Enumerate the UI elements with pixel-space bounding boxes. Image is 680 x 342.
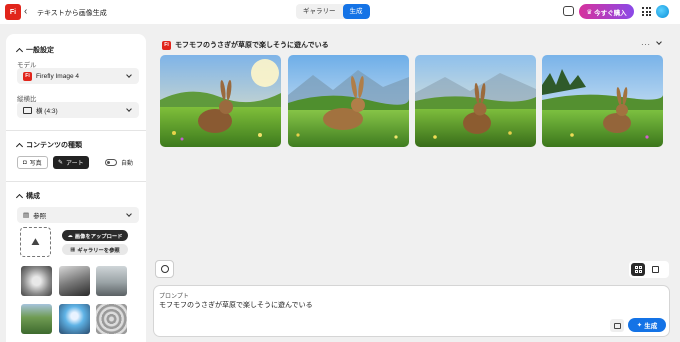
generate-label: 生成 <box>644 323 658 330</box>
tab-gallery[interactable]: ギャラリー <box>296 4 343 19</box>
section-general-title: 一般設定 <box>26 47 54 54</box>
section-composition-title: 構成 <box>26 193 40 200</box>
chevron-down-icon <box>126 106 132 112</box>
generated-image-3[interactable] <box>415 55 536 147</box>
generate-button[interactable]: ✦ 生成 <box>628 318 666 332</box>
browse-label: ギャラリーを参照 <box>77 247 120 254</box>
top-bar: Fi ‹ テキストから画像生成 ギャラリー 生成 ♛ 今すぐ購入 <box>0 0 680 24</box>
upload-image-button[interactable]: ☁ 画像をアップロード <box>62 230 128 241</box>
generation-prompt-title: モフモフのうさぎが草原で楽しそうに遊んでいる <box>175 42 329 49</box>
firefly-logo[interactable]: Fi <box>5 4 21 20</box>
history-button[interactable] <box>155 260 174 278</box>
section-composition-header[interactable]: 構成 <box>15 191 40 201</box>
divider <box>6 130 146 131</box>
avatar[interactable] <box>656 5 669 18</box>
image-upload-icon: ⛰ <box>31 236 40 248</box>
auto-label: 自動 <box>121 161 134 167</box>
buy-now-button[interactable]: ♛ 今すぐ購入 <box>579 4 634 19</box>
brush-icon: ✎ <box>58 160 64 166</box>
reference-thumbnail[interactable] <box>21 304 52 334</box>
reference-thumbnail[interactable] <box>21 266 52 296</box>
chevron-down-icon <box>126 211 132 217</box>
reference-thumbnail[interactable] <box>59 266 90 296</box>
upload-dropzone[interactable]: ⛰ <box>20 227 51 257</box>
style-reference-icon[interactable] <box>610 319 624 332</box>
chevron-up-icon <box>15 47 24 55</box>
chevron-down-icon <box>126 72 132 78</box>
generated-image-1[interactable] <box>160 55 281 147</box>
chevron-up-icon <box>15 193 24 201</box>
reference-thumbnail[interactable] <box>96 304 127 334</box>
reference-value: 参照 <box>33 213 47 220</box>
divider <box>6 181 146 182</box>
ratio-value: 横 (4:3) <box>36 108 58 115</box>
firefly-model-icon: Fi <box>23 71 32 81</box>
art-label: アート <box>66 161 84 167</box>
app-title: テキストから画像生成 <box>37 10 107 17</box>
prompt-box[interactable]: プロンプト モフモフのうさぎが草原で楽しそうに遊んでいる ✦ 生成 <box>153 285 670 337</box>
section-general-header[interactable]: 一般設定 <box>15 45 54 55</box>
reference-icon: ▤ <box>23 212 30 219</box>
reference-thumbnail[interactable] <box>96 266 127 296</box>
tab-generate[interactable]: 生成 <box>342 4 370 19</box>
browse-gallery-button[interactable]: ▦ ギャラリーを参照 <box>62 244 128 255</box>
prompt-label: プロンプト <box>159 294 189 300</box>
reference-thumbnail[interactable] <box>59 304 90 334</box>
prompt-input[interactable]: モフモフのうさぎが草原で楽しそうに遊んでいる <box>159 300 313 310</box>
model-dropdown[interactable]: Fi Firefly Image 4 <box>17 68 139 84</box>
gallery-icon: ▦ <box>70 246 76 253</box>
more-options-icon[interactable]: ··· <box>641 40 651 49</box>
photo-label: 写真 <box>29 161 42 167</box>
section-content-type-title: コンテンツの種類 <box>26 142 82 149</box>
auto-toggle[interactable] <box>105 159 117 166</box>
back-chevron-icon[interactable]: ‹ <box>24 6 27 17</box>
sparkle-icon: ✦ <box>636 322 643 329</box>
settings-sidebar: 一般設定 モデル Fi Firefly Image 4 縦横比 横 (4:3) … <box>6 34 146 342</box>
grid-view-icon[interactable] <box>631 263 645 276</box>
single-view-icon[interactable] <box>652 266 659 273</box>
content-type-art-button[interactable]: ✎ アート <box>53 156 89 169</box>
firefly-icon: Fi <box>162 40 171 50</box>
reference-dropdown[interactable]: ▤ 参照 <box>17 207 139 223</box>
aspect-ratio-icon <box>23 106 32 114</box>
upload-cloud-icon: ☁ <box>67 232 73 239</box>
history-icon <box>160 265 169 273</box>
view-switcher: ギャラリー 生成 <box>296 4 370 19</box>
camera-icon: ◘ <box>23 159 27 166</box>
collapse-chevron-icon[interactable] <box>656 39 662 45</box>
crown-icon: ♛ <box>586 8 593 16</box>
upload-label: 画像をアップロード <box>74 233 123 240</box>
view-toggle <box>629 261 669 278</box>
chevron-up-icon <box>15 142 24 150</box>
section-content-type-header[interactable]: コンテンツの種類 <box>15 140 82 150</box>
generated-image-4[interactable] <box>542 55 663 147</box>
app-grid-icon[interactable] <box>642 7 651 16</box>
generated-image-2[interactable] <box>288 55 409 147</box>
chat-icon[interactable] <box>563 6 574 16</box>
buy-now-label: 今すぐ購入 <box>594 9 627 17</box>
model-value: Firefly Image 4 <box>36 72 79 80</box>
generation-title: Fi モフモフのうさぎが草原で楽しそうに遊んでいる <box>162 40 329 50</box>
content-type-photo-button[interactable]: ◘ 写真 <box>17 156 48 169</box>
ratio-dropdown[interactable]: 横 (4:3) <box>17 102 139 118</box>
